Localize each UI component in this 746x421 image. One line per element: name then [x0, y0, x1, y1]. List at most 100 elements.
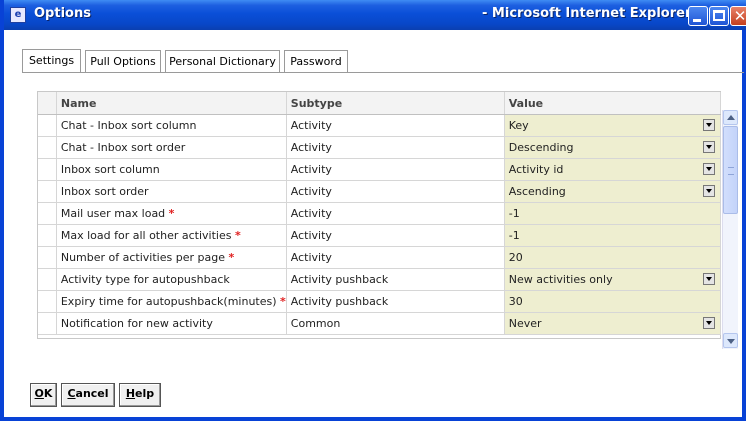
- window-title-app: - Microsoft Internet Explorer: [482, 6, 692, 21]
- tab-pull-options[interactable]: Pull Options: [85, 50, 161, 72]
- maximize-icon: [713, 10, 725, 21]
- setting-subtype: Activity: [286, 180, 505, 203]
- table-row[interactable]: Inbox sort order Activity Ascending: [38, 180, 722, 203]
- setting-subtype: Activity: [286, 202, 505, 225]
- setting-name-text: Expiry time for autopushback(minutes): [60, 295, 277, 308]
- setting-name: Activity type for autopushback: [56, 268, 287, 291]
- scroll-thumb[interactable]: [723, 126, 738, 214]
- setting-name: Max load for all other activities *: [56, 224, 287, 247]
- setting-value: Never: [508, 317, 542, 330]
- close-button[interactable]: ✕: [730, 6, 746, 26]
- row-selector[interactable]: [38, 180, 57, 203]
- settings-table: Name Subtype Value Chat - Inbox sort col…: [38, 92, 722, 335]
- scroll-down-icon[interactable]: [723, 333, 738, 348]
- ie-page-icon: e: [10, 7, 26, 23]
- help-button[interactable]: Help: [119, 383, 161, 407]
- window-title: Options: [34, 6, 91, 21]
- row-selector[interactable]: [38, 312, 57, 335]
- setting-name-text: Max load for all other activities: [60, 229, 232, 242]
- ok-accesskey: O: [34, 387, 44, 400]
- required-marker: *: [168, 207, 175, 220]
- column-header-value[interactable]: Value: [504, 92, 722, 115]
- setting-name: Mail user max load *: [56, 202, 287, 225]
- row-selector[interactable]: [38, 114, 57, 137]
- dropdown-arrow-icon[interactable]: [703, 141, 715, 153]
- setting-subtype: Activity pushback: [286, 290, 505, 313]
- table-row[interactable]: Max load for all other activities * Acti…: [38, 224, 722, 247]
- setting-subtype: Activity: [286, 246, 505, 269]
- ok-button[interactable]: OK: [30, 383, 57, 407]
- dropdown-arrow-icon[interactable]: [703, 273, 715, 285]
- setting-value-field[interactable]: 30: [504, 290, 722, 313]
- setting-value-dropdown[interactable]: Descending: [504, 136, 722, 159]
- settings-grid: Name Subtype Value Chat - Inbox sort col…: [37, 91, 722, 339]
- tab-personal-dictionary[interactable]: Personal Dictionary: [165, 50, 280, 72]
- cancel-accesskey: C: [67, 387, 76, 400]
- table-header-row: Name Subtype Value: [38, 92, 722, 115]
- setting-subtype: Activity: [286, 114, 505, 137]
- table-row[interactable]: Notification for new activity Common Nev…: [38, 312, 722, 335]
- setting-name: Chat - Inbox sort order: [56, 136, 287, 159]
- setting-name-text: Chat - Inbox sort order: [60, 141, 186, 154]
- setting-value-dropdown[interactable]: Ascending: [504, 180, 722, 203]
- setting-name: Expiry time for autopushback(minutes) *: [56, 290, 287, 313]
- minimize-button[interactable]: [688, 6, 708, 26]
- dropdown-arrow-icon[interactable]: [703, 317, 715, 329]
- dropdown-arrow-icon[interactable]: [703, 163, 715, 175]
- setting-value-field[interactable]: 20: [504, 246, 722, 269]
- column-header-subtype[interactable]: Subtype: [286, 92, 505, 115]
- setting-name-text: Notification for new activity: [60, 317, 213, 330]
- setting-name-text: Inbox sort order: [60, 185, 149, 198]
- maximize-button[interactable]: [709, 6, 729, 26]
- setting-value: Descending: [508, 141, 574, 154]
- row-selector[interactable]: [38, 136, 57, 159]
- help-accesskey: H: [125, 387, 136, 400]
- required-marker: *: [228, 251, 235, 264]
- options-window: e Options - Microsoft Internet Explorer …: [0, 0, 746, 421]
- setting-value-dropdown[interactable]: Never: [504, 312, 722, 335]
- table-row[interactable]: Inbox sort column Activity Activity id: [38, 158, 722, 181]
- setting-name: Number of activities per page *: [56, 246, 287, 269]
- tab-settings[interactable]: Settings: [22, 49, 81, 73]
- dropdown-arrow-icon[interactable]: [703, 185, 715, 197]
- setting-name-text: Inbox sort column: [60, 163, 160, 176]
- ok-label: K: [43, 387, 53, 400]
- tab-password[interactable]: Password: [284, 50, 348, 72]
- table-row[interactable]: Chat - Inbox sort column Activity Key: [38, 114, 722, 137]
- setting-subtype: Activity: [286, 136, 505, 159]
- setting-name-text: Chat - Inbox sort column: [60, 119, 197, 132]
- table-row[interactable]: Number of activities per page * Activity…: [38, 246, 722, 269]
- setting-value-dropdown[interactable]: Key: [504, 114, 722, 137]
- setting-name: Inbox sort order: [56, 180, 287, 203]
- setting-value-dropdown[interactable]: New activities only: [504, 268, 722, 291]
- dropdown-arrow-icon[interactable]: [703, 119, 715, 131]
- setting-subtype: Activity: [286, 158, 505, 181]
- help-label: elp: [135, 387, 155, 400]
- row-selector[interactable]: [38, 202, 57, 225]
- cancel-button[interactable]: Cancel: [61, 383, 115, 407]
- setting-subtype: Common: [286, 312, 505, 335]
- table-row[interactable]: Expiry time for autopushback(minutes) * …: [38, 290, 722, 313]
- vertical-scrollbar[interactable]: [722, 110, 738, 349]
- table-row[interactable]: Mail user max load * Activity -1: [38, 202, 722, 225]
- setting-name-text: Mail user max load: [60, 207, 166, 220]
- setting-value: New activities only: [508, 273, 613, 286]
- required-marker: *: [234, 229, 241, 242]
- table-row[interactable]: Chat - Inbox sort order Activity Descend…: [38, 136, 722, 159]
- row-selector[interactable]: [38, 290, 57, 313]
- row-selector[interactable]: [38, 246, 57, 269]
- setting-value-field[interactable]: -1: [504, 202, 722, 225]
- setting-name: Notification for new activity: [56, 312, 287, 335]
- setting-name: Inbox sort column: [56, 158, 287, 181]
- column-header-name[interactable]: Name: [56, 92, 287, 115]
- setting-name: Chat - Inbox sort column: [56, 114, 287, 137]
- table-row[interactable]: Activity type for autopushback Activity …: [38, 268, 722, 291]
- cancel-label: ancel: [75, 387, 109, 400]
- row-selector[interactable]: [38, 224, 57, 247]
- setting-value-dropdown[interactable]: Activity id: [504, 158, 722, 181]
- scroll-up-icon[interactable]: [723, 110, 738, 125]
- row-selector[interactable]: [38, 268, 57, 291]
- row-selector[interactable]: [38, 158, 57, 181]
- title-bar[interactable]: e Options - Microsoft Internet Explorer …: [4, 0, 746, 30]
- setting-value-field[interactable]: -1: [504, 224, 722, 247]
